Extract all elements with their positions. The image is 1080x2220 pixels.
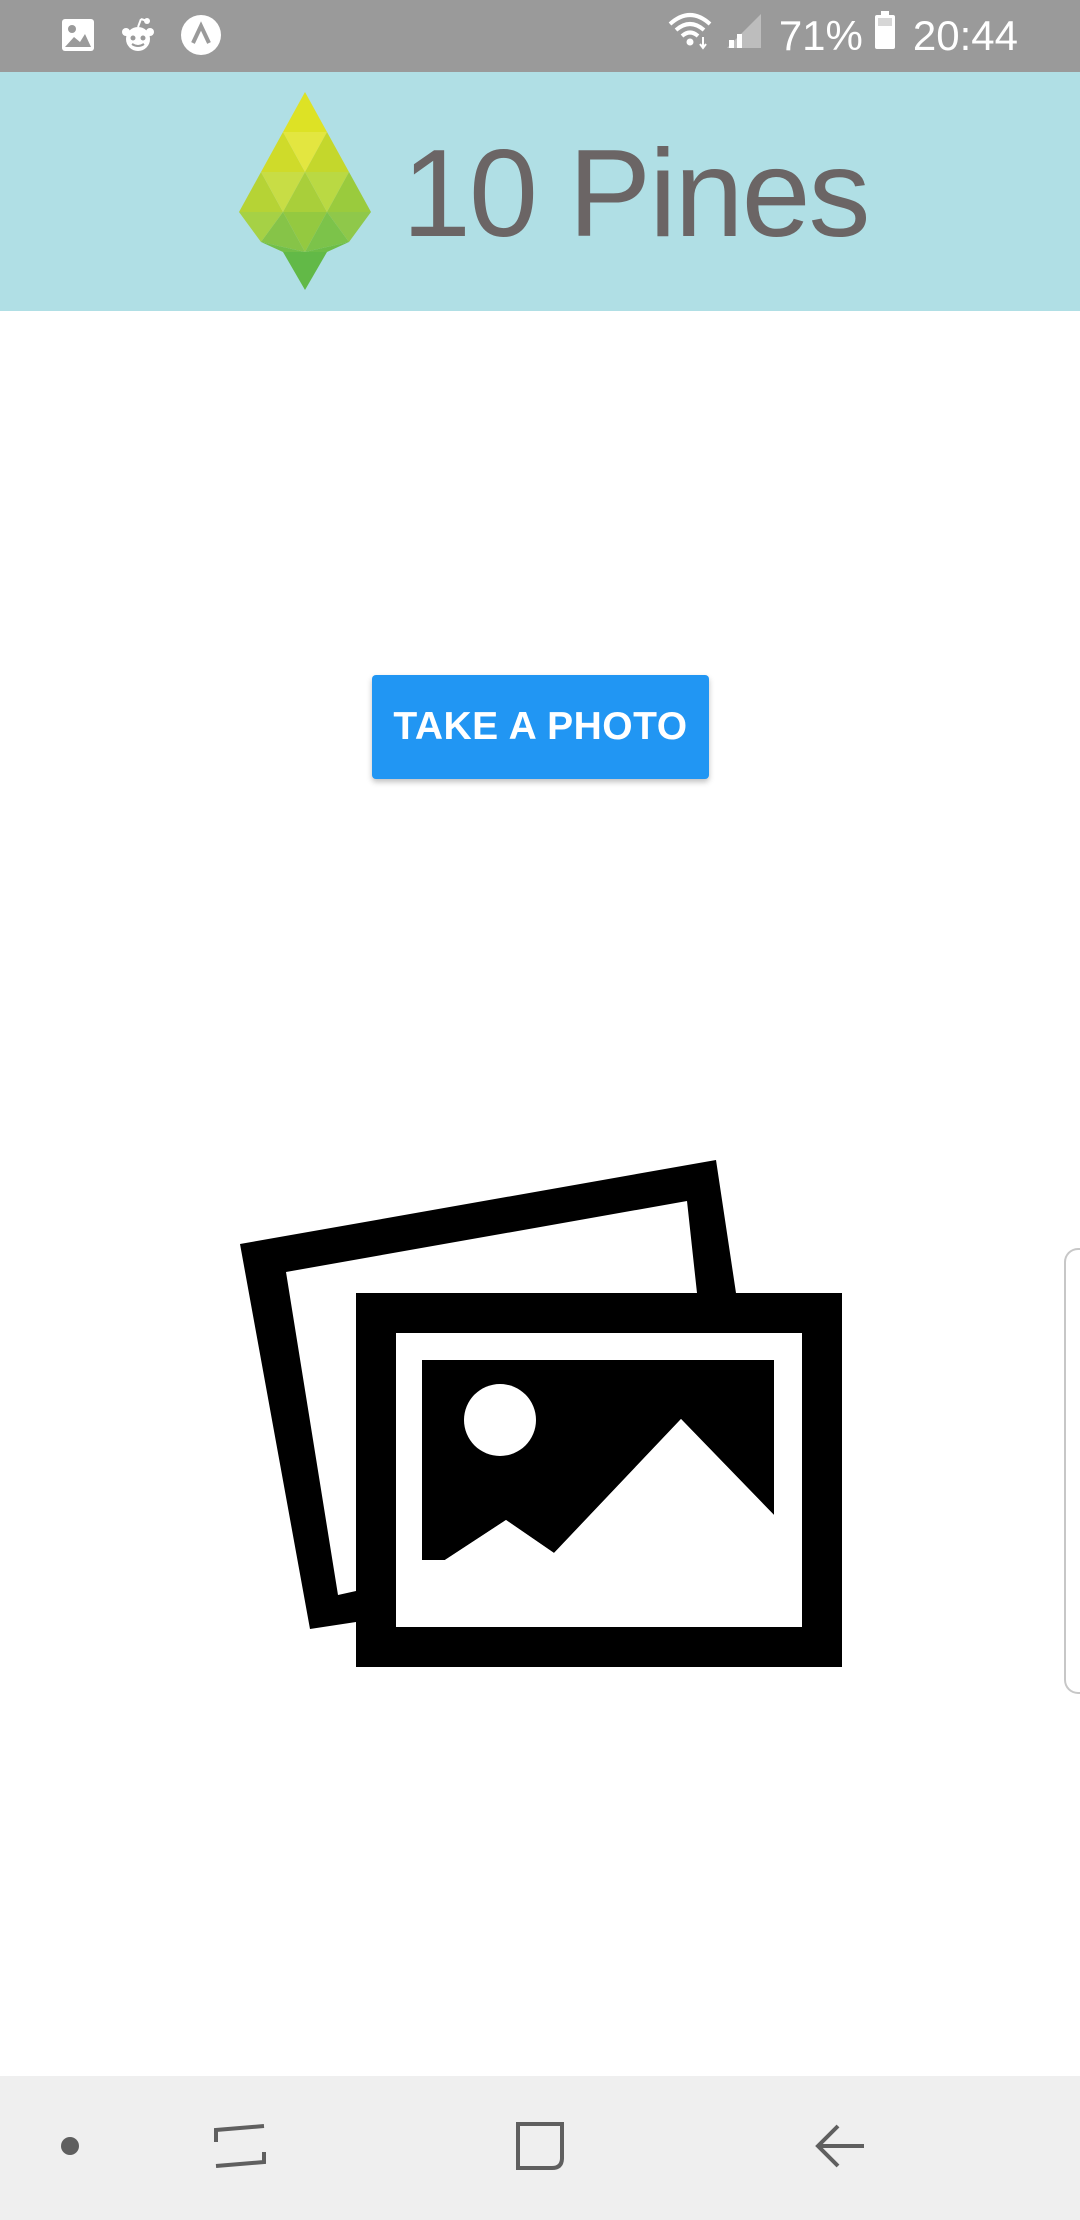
app-screen: 71% 20:44 10 Pines TAKE A PHOTO (0, 0, 1080, 2220)
nav-dot-button[interactable] (30, 2076, 110, 2220)
recent-apps-icon (212, 2118, 268, 2179)
app-icon (180, 14, 222, 61)
logo-text: 10 Pines (402, 124, 871, 263)
app-header: 10 Pines (0, 72, 1080, 311)
home-icon (512, 2118, 568, 2179)
gallery-icon (60, 17, 96, 58)
back-icon (812, 2118, 868, 2179)
battery-percent: 71% (778, 12, 863, 59)
home-button[interactable] (490, 2076, 590, 2220)
status-right: 71% 20:44 (667, 8, 1018, 64)
edge-panel-handle[interactable] (1064, 1248, 1080, 1694)
status-bar: 71% 20:44 (0, 0, 1080, 72)
reddit-icon (118, 17, 158, 58)
take-photo-button[interactable]: TAKE A PHOTO (372, 675, 709, 779)
logo: 10 Pines (230, 92, 871, 295)
dot-icon (60, 2136, 80, 2161)
battery-icon (873, 8, 897, 64)
navigation-bar (0, 2076, 1080, 2220)
photos-placeholder-icon (238, 1155, 844, 1669)
signal-icon (723, 8, 763, 64)
status-left-icons (60, 14, 222, 61)
wifi-icon (667, 8, 713, 64)
pine-tree-icon (230, 92, 380, 295)
back-button[interactable] (790, 2076, 890, 2220)
clock: 20:44 (912, 12, 1018, 59)
recent-apps-button[interactable] (190, 2076, 290, 2220)
